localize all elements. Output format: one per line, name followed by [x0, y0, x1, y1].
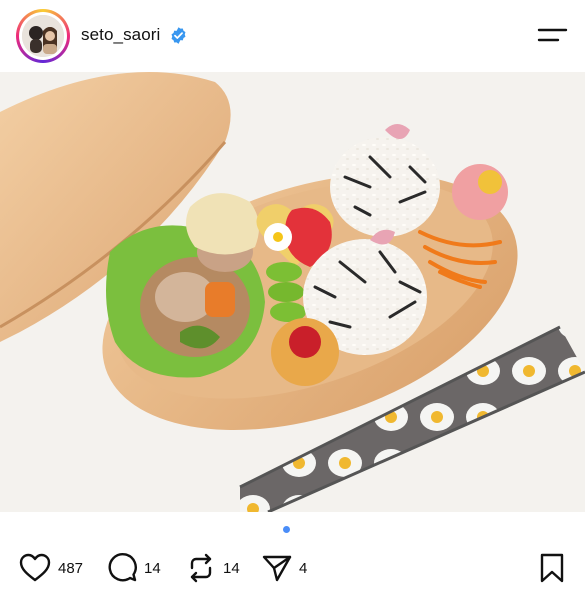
repost-count: 14: [223, 559, 240, 577]
bookmark-icon: [540, 553, 564, 583]
comment-bubble-icon: [108, 553, 137, 582]
repost-icon: [190, 553, 212, 583]
comment-count: 14: [144, 559, 161, 577]
heart-icon: [19, 553, 51, 582]
like-count: 487: [58, 559, 84, 577]
verified-badge-icon: [171, 27, 186, 44]
share-button[interactable]: 4: [261, 552, 307, 584]
like-button[interactable]: 487: [18, 552, 83, 584]
post-image[interactable]: [0, 72, 585, 512]
save-button[interactable]: [538, 552, 566, 584]
username[interactable]: seto_saori: [81, 25, 160, 45]
carousel-dot-active[interactable]: [283, 526, 290, 533]
action-bar: 487 14 14 4: [0, 550, 585, 592]
avatar[interactable]: [16, 9, 70, 63]
carousel-indicator: [0, 526, 585, 536]
share-count: 4: [299, 559, 308, 577]
post-header: seto_saori: [0, 0, 585, 72]
repost-button[interactable]: 14: [185, 552, 240, 584]
comment-button[interactable]: 14: [106, 552, 161, 584]
menu-icon[interactable]: [536, 26, 568, 44]
send-icon: [262, 555, 292, 582]
